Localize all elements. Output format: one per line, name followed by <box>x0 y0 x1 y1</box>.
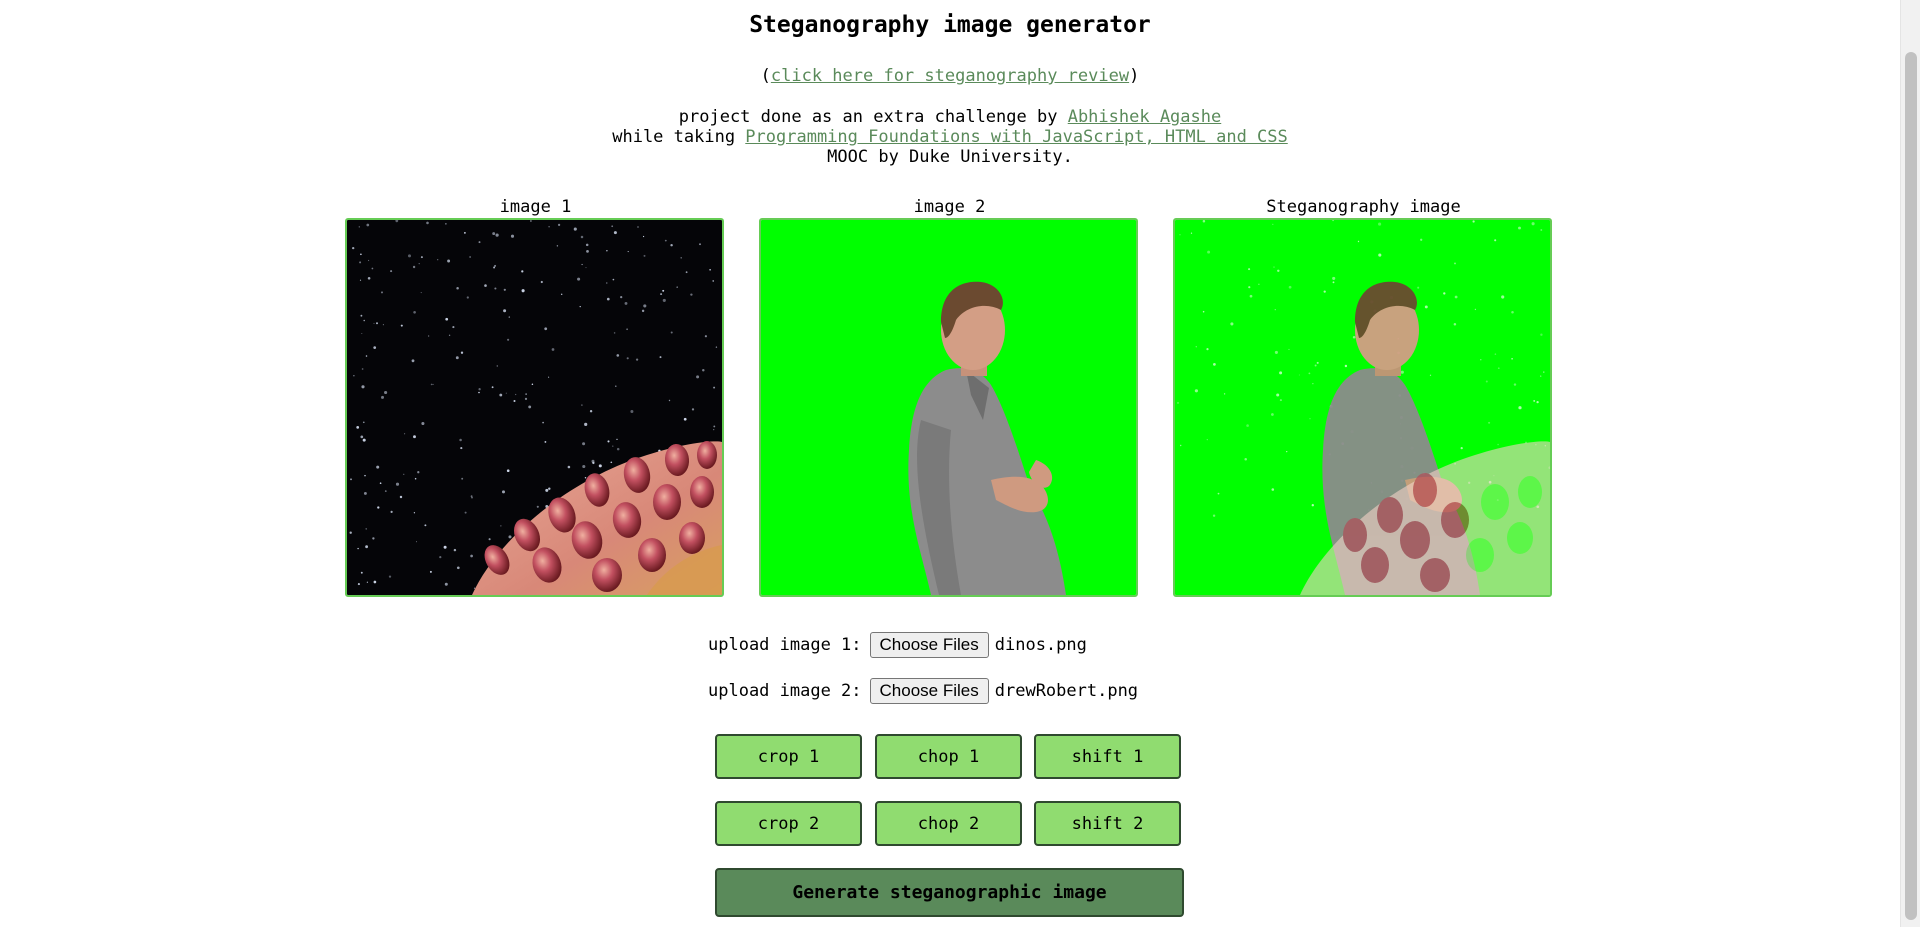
shift-2-button[interactable]: shift 2 <box>1034 801 1181 846</box>
steganography-caption: Steganography image <box>1266 197 1461 217</box>
credit-text-2: while taking <box>612 127 746 147</box>
dinos-image <box>347 220 722 595</box>
review-prefix: ( <box>760 66 771 86</box>
upload-2-button[interactable]: Choose Files <box>869 678 989 704</box>
image-1-canvas <box>345 218 724 597</box>
crop-2-button[interactable]: crop 2 <box>715 801 862 846</box>
page: Steganography image generator (click her… <box>0 0 1900 927</box>
upload-row-2: upload image 2: Choose Files drewRobert.… <box>708 678 1138 704</box>
steganography-image <box>1175 220 1550 595</box>
person-image <box>761 220 1136 595</box>
course-link[interactable]: Programming Foundations with JavaScript,… <box>745 127 1287 147</box>
shift-1-button[interactable]: shift 1 <box>1034 734 1181 779</box>
upload-1-button[interactable]: Choose Files <box>869 632 989 658</box>
crop-1-button[interactable]: crop 1 <box>715 734 862 779</box>
credit-line-3: MOOC by Duke University. <box>827 147 1073 167</box>
upload-2-filename: drewRobert.png <box>994 681 1139 701</box>
image-1-panel: image 1 <box>345 196 726 597</box>
steganography-panel: Steganography image <box>1173 196 1554 597</box>
upload-1-filename: dinos.png <box>994 635 1087 655</box>
review-suffix: ) <box>1129 66 1140 86</box>
author-link[interactable]: Abhishek Agashe <box>1068 107 1222 127</box>
steganography-canvas <box>1173 218 1552 597</box>
review-line: (click here for steganography review) <box>0 66 1900 86</box>
image-2-caption: image 2 <box>913 197 986 217</box>
upload-2-label: upload image 2: <box>708 681 862 701</box>
upload-1-label: upload image 1: <box>708 635 862 655</box>
chop-2-button[interactable]: chop 2 <box>875 801 1022 846</box>
review-link[interactable]: click here for steganography review <box>771 66 1129 86</box>
vertical-scrollbar[interactable] <box>1900 0 1920 927</box>
scrollbar-thumb[interactable] <box>1905 52 1917 920</box>
image-2-canvas <box>759 218 1138 597</box>
credit-line-1: project done as an extra challenge by Ab… <box>0 107 1900 127</box>
credit-text-1: project done as an extra challenge by <box>678 107 1068 127</box>
chop-1-button[interactable]: chop 1 <box>875 734 1022 779</box>
generate-button[interactable]: Generate steganographic image <box>715 868 1184 917</box>
credit-line-2: while taking Programming Foundations wit… <box>0 127 1900 147</box>
page-title: Steganography image generator <box>749 12 1151 38</box>
credits: project done as an extra challenge by Ab… <box>0 107 1900 167</box>
image-2-panel: image 2 <box>759 196 1140 597</box>
image-1-caption: image 1 <box>499 197 572 217</box>
upload-row-1: upload image 1: Choose Files dinos.png <box>708 632 1087 658</box>
